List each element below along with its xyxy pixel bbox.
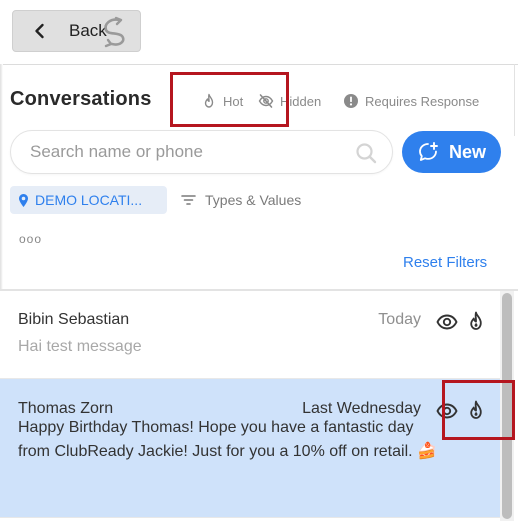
location-chip-label: DEMO LOCATI... bbox=[35, 192, 143, 208]
message-preview: Happy Birthday Thomas! Hope you have a f… bbox=[18, 419, 437, 460]
search-box bbox=[10, 130, 393, 174]
top-bar: Back bbox=[0, 0, 518, 64]
conversation-row-selected[interactable]: Thomas Zorn Last Wednesday Happy Birthda… bbox=[0, 379, 500, 517]
search-input[interactable] bbox=[30, 142, 350, 162]
annotation-highlight-box bbox=[442, 380, 515, 440]
message-time: Today bbox=[378, 311, 421, 328]
filter-lines-icon bbox=[181, 195, 196, 205]
new-button-label: New bbox=[448, 141, 486, 162]
more-filters[interactable]: ooo bbox=[19, 232, 42, 246]
annotation-highlight-box bbox=[170, 72, 289, 127]
swirl-icon bbox=[104, 16, 125, 48]
chevron-left-icon bbox=[35, 23, 44, 39]
chat-plus-icon bbox=[419, 142, 438, 161]
reset-filters-link[interactable]: Reset Filters bbox=[403, 254, 487, 271]
filter-requires-response[interactable]: Requires Response bbox=[343, 93, 479, 109]
message-preview: Hai test message bbox=[18, 338, 142, 355]
eye-icon[interactable] bbox=[436, 311, 458, 333]
conversation-row[interactable]: Bibin Sebastian Today Hai test message bbox=[0, 291, 500, 379]
types-values-label: Types & Values bbox=[205, 192, 302, 208]
contact-name: Bibin Sebastian bbox=[18, 311, 130, 328]
search-icon[interactable] bbox=[354, 141, 378, 165]
list-next-row-edge bbox=[0, 517, 500, 521]
header-divider bbox=[0, 64, 518, 65]
filter-requires-response-label: Requires Response bbox=[365, 93, 480, 109]
flame-icon[interactable] bbox=[466, 311, 486, 331]
panel-right-edge bbox=[514, 64, 515, 136]
page-title: Conversations bbox=[10, 88, 152, 110]
location-pin-icon bbox=[19, 193, 28, 207]
back-button[interactable]: Back bbox=[12, 10, 141, 52]
types-values-filter[interactable]: Types & Values bbox=[181, 192, 301, 208]
location-filter-chip[interactable]: DEMO LOCATI... bbox=[10, 186, 167, 214]
alert-circle-icon bbox=[344, 94, 358, 108]
new-conversation-button[interactable]: New bbox=[402, 131, 501, 173]
